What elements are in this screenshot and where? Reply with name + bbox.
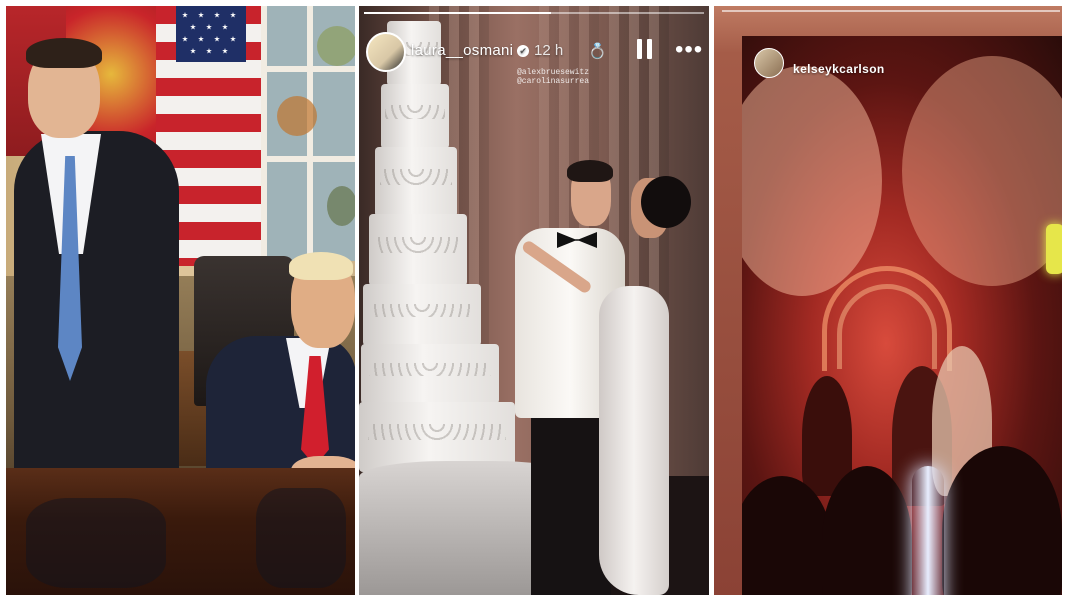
story-avatar[interactable] (366, 32, 406, 72)
mention-1[interactable]: @alexbruesewitz (517, 68, 589, 77)
office-photo-panel (6, 6, 355, 595)
reception-video (742, 36, 1062, 595)
username-text[interactable]: laura__osmani (411, 42, 513, 59)
story-timestamp: 12 h (534, 42, 564, 59)
office-window (261, 6, 355, 261)
more-icon[interactable]: ••• (675, 38, 703, 62)
story-username[interactable]: kelseykcarlson (793, 62, 885, 76)
glow-stick (912, 466, 944, 595)
yellow-light (1046, 224, 1062, 274)
story-avatar[interactable] (754, 48, 784, 78)
story-username[interactable]: laura__osmani ✔ (411, 42, 530, 59)
wedding-story-panel: laura__osmani ✔ 12 h 💍 ••• @alexbruesewit… (359, 6, 709, 595)
pause-icon[interactable] (637, 39, 653, 59)
story-progress-bar (722, 10, 1060, 12)
standing-man (6, 36, 181, 476)
story-mentions: @alexbruesewitz @carolinasurrea (517, 68, 589, 86)
story-progress-bar (364, 12, 704, 14)
reception-story-panel: kelseykcarlson (714, 6, 1062, 595)
flag-canton (176, 6, 246, 62)
ring-icon: 💍 (588, 43, 607, 60)
verified-badge-icon: ✔ (517, 45, 530, 57)
resolute-desk (6, 468, 355, 595)
seated-man (201, 252, 355, 496)
mention-2[interactable]: @carolinasurrea (517, 77, 589, 86)
